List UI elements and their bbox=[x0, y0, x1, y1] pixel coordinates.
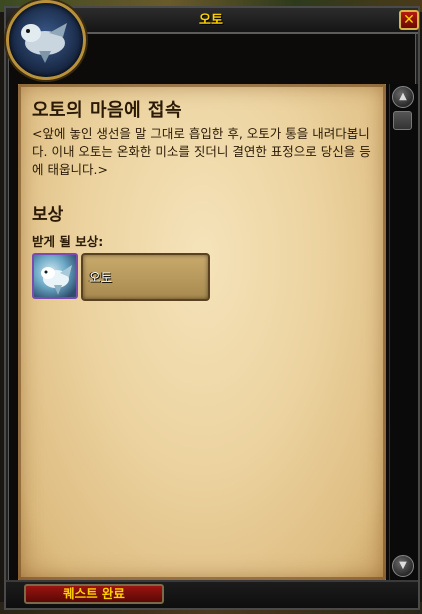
chevron-down-icon: ▼ bbox=[399, 560, 407, 571]
npc-portrait bbox=[6, 0, 86, 80]
reward-item-icon[interactable] bbox=[32, 253, 78, 299]
scrollbar-track[interactable] bbox=[389, 84, 418, 580]
otto-mount-icon bbox=[41, 265, 72, 295]
close-button[interactable]: ✕ bbox=[399, 10, 419, 30]
rewards-subheading: 받게 될 보상: bbox=[32, 234, 104, 249]
rewards-heading: 보상 bbox=[32, 205, 64, 225]
scroll-up-button[interactable]: ▲ bbox=[392, 86, 414, 108]
quest-description: <앞에 놓인 생선을 말 그대로 흡입한 후, 오토가 통을 내려다봅니다. 이… bbox=[32, 126, 371, 177]
otto-portrait-icon bbox=[21, 23, 67, 63]
scroll-down-button[interactable]: ▼ bbox=[392, 555, 414, 577]
chevron-up-icon: ▲ bbox=[399, 91, 407, 102]
close-icon: ✕ bbox=[403, 12, 415, 28]
scrollbar-thumb[interactable] bbox=[393, 111, 412, 130]
quest-title: 오토의 마음에 접속 bbox=[32, 100, 183, 121]
complete-quest-button[interactable]: 퀘스트 완료 bbox=[24, 584, 164, 604]
reward-item-label: 오토 bbox=[89, 270, 113, 285]
